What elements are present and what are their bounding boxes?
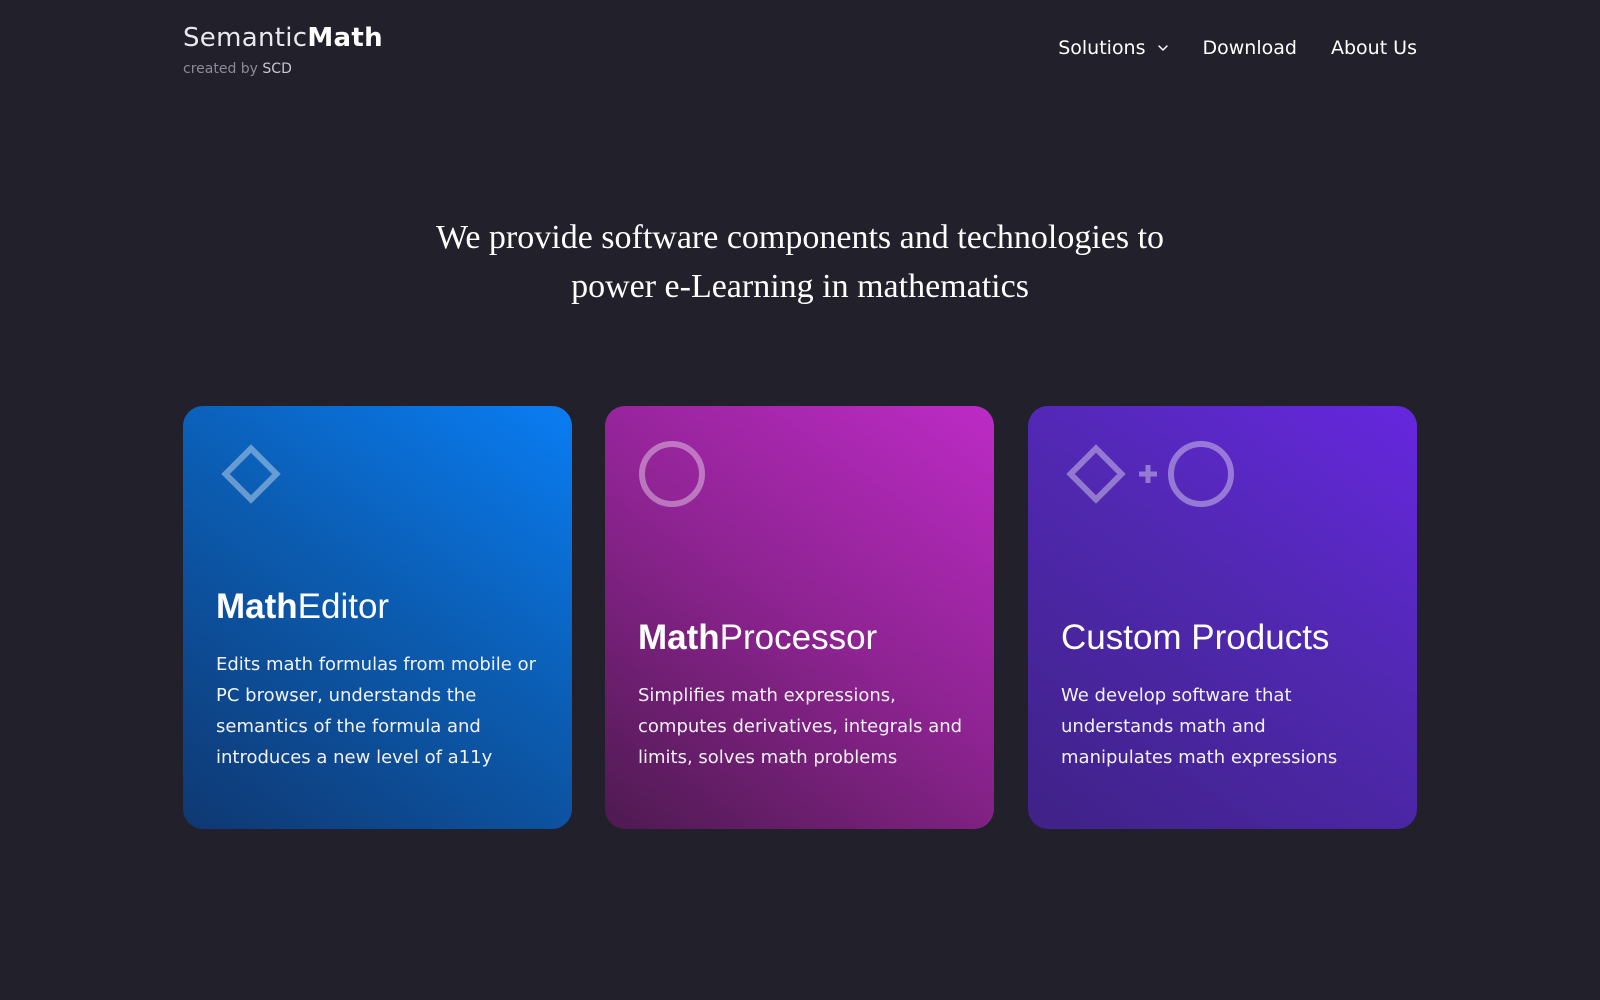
logo-wordmark: SemanticMath bbox=[183, 20, 383, 56]
circle-icon bbox=[639, 441, 705, 507]
card-title-light: Processor bbox=[719, 618, 878, 657]
card-title: MathProcessor bbox=[638, 618, 877, 658]
card-math-editor[interactable]: MathEditor Edits math formulas from mobi… bbox=[183, 406, 572, 829]
card-title-bold: Math bbox=[216, 587, 298, 626]
card-math-processor[interactable]: MathProcessor Simplifies math expression… bbox=[605, 406, 994, 829]
logo-wordmark-light: Semantic bbox=[183, 23, 308, 53]
logo-subtitle: created by SCD bbox=[183, 60, 383, 78]
hero-line-1: We provide software components and techn… bbox=[435, 219, 1165, 256]
main-nav: Solutions Download About Us bbox=[1058, 36, 1417, 60]
card-description: Simplifies math expressions, computes de… bbox=[638, 685, 963, 768]
diamond-plus-circle-icon bbox=[1066, 441, 1234, 507]
hero-heading: We provide software components and techn… bbox=[300, 213, 1300, 311]
logo-subtitle-brand: SCD bbox=[262, 61, 292, 77]
logo[interactable]: SemanticMath created by SCD bbox=[183, 20, 383, 78]
card-title-light: Editor bbox=[297, 587, 390, 626]
logo-wordmark-bold: Math bbox=[307, 23, 383, 53]
chevron-down-icon bbox=[1157, 45, 1168, 51]
card-title: MathEditor bbox=[216, 587, 389, 627]
card-title-bold: Math bbox=[638, 618, 720, 657]
card-custom-products[interactable]: Custom Products We develop software that… bbox=[1028, 406, 1417, 829]
card-title: Custom Products bbox=[1061, 618, 1329, 658]
site-header: SemanticMath created by SCD Solutions Do… bbox=[183, 20, 1417, 80]
nav-item-solutions[interactable]: Solutions bbox=[1058, 36, 1168, 60]
card-title-light: Custom Products bbox=[1061, 618, 1330, 657]
diamond-icon bbox=[221, 444, 281, 504]
card-description: Edits math formulas from mobile or PC br… bbox=[216, 654, 537, 768]
logo-subtitle-prefix: created by bbox=[183, 61, 258, 77]
card-description: We develop software that understands mat… bbox=[1061, 685, 1338, 768]
nav-item-download[interactable]: Download bbox=[1203, 36, 1297, 60]
nav-item-about-us[interactable]: About Us bbox=[1331, 36, 1417, 60]
hero-line-2: power e-Learning in mathematics bbox=[571, 268, 1029, 305]
nav-item-solutions-label: Solutions bbox=[1058, 37, 1146, 59]
